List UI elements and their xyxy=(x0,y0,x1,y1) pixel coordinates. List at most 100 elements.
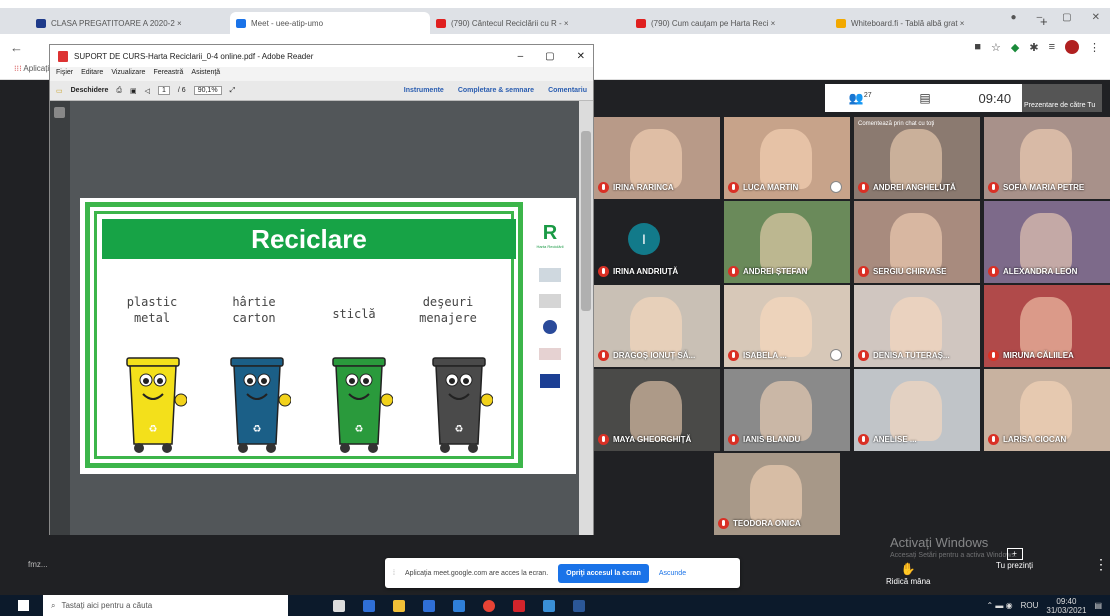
scroll-thumb[interactable] xyxy=(581,131,591,311)
eu-flag-icon xyxy=(540,374,560,388)
profile-icon[interactable]: ● xyxy=(1011,12,1017,23)
adobe-scrollbar[interactable] xyxy=(579,101,593,565)
menu-icon[interactable]: ⋮ xyxy=(1089,41,1100,54)
participant-tile[interactable]: ANELISE ... xyxy=(854,369,980,451)
participant-tile[interactable]: ANDREI ȘTEFAN xyxy=(724,201,850,283)
edge-icon[interactable] xyxy=(453,599,465,612)
adobe-minimize-icon[interactable]: – xyxy=(518,51,524,62)
keyboard-language[interactable]: ROU xyxy=(1021,601,1039,610)
waste-category-label: plastic metal xyxy=(107,294,197,326)
star-icon[interactable]: ☆ xyxy=(991,41,1001,54)
participant-tile[interactable]: LARISA CIOCAN xyxy=(984,369,1110,451)
participant-name: LARISA CIOCAN xyxy=(1003,435,1067,444)
participant-tile[interactable]: IRINA RARINCA xyxy=(594,117,720,199)
attachments-icon[interactable] xyxy=(54,107,65,118)
taskbar-search[interactable]: ⌕ Tastați aici pentru a căuta xyxy=(43,595,288,616)
participant-name-badge: ALEXANDRA LEON xyxy=(988,266,1077,277)
participant-tile[interactable]: IANIS BLANDU xyxy=(724,369,850,451)
label-line: plastic xyxy=(126,295,178,309)
tray-clock[interactable]: 09:40 31/03/2021 xyxy=(1046,597,1086,615)
participant-tile[interactable]: ALEXANDRA LEON xyxy=(984,201,1110,283)
participant-tile[interactable]: SOFIA MARIA PETRE xyxy=(984,117,1110,199)
browser-tab[interactable]: CLASA PREGATITOARE A 2020-2 × xyxy=(30,12,230,34)
adobe-menu-item[interactable]: Asistenţă xyxy=(191,69,220,79)
participant-name: IANIS BLANDU xyxy=(743,435,801,444)
files-icon[interactable] xyxy=(393,599,405,612)
stop-sharing-button[interactable]: Opriţi accesul la ecran xyxy=(558,563,649,583)
word-icon[interactable] xyxy=(573,599,585,612)
mic-off-icon xyxy=(988,434,999,445)
participant-name-badge: IRINA RARINCA xyxy=(598,182,674,193)
bookmarks-apps-label[interactable]: Aplicații xyxy=(23,64,51,73)
chat-icon[interactable]: ▤ xyxy=(919,91,930,105)
adobe-menu-item[interactable]: Vizualizare xyxy=(111,69,145,79)
participant-tile[interactable]: I IRINA ANDRIUȚĂ xyxy=(594,201,720,283)
share-grip-icon[interactable]: ⁞ xyxy=(393,570,395,577)
present-button[interactable]: + Tu prezinți xyxy=(996,548,1033,571)
pin-icon[interactable] xyxy=(830,349,842,361)
adobe-tool-tab[interactable]: Instrumente xyxy=(404,87,444,94)
adobe-tool-tab[interactable]: Completare & semnare xyxy=(458,87,534,94)
presenting-tile[interactable]: Prezentare de către Tu xyxy=(1022,84,1102,112)
participant-avatar: I xyxy=(628,223,660,255)
participant-tile[interactable]: TEODORA ONICA xyxy=(714,453,840,535)
camera-icon[interactable]: ■ xyxy=(974,41,981,53)
participant-tile[interactable]: DENISA TUTERAȘ... xyxy=(854,285,980,367)
avatar[interactable] xyxy=(1065,40,1079,54)
participant-tile[interactable]: MIRUNA CĂLIILEA xyxy=(984,285,1110,367)
participant-video xyxy=(890,213,942,273)
apps-icon[interactable]: ⁝⁝⁝ xyxy=(14,64,22,73)
adobe-menu-item[interactable]: Fereastră xyxy=(153,69,183,79)
pin-icon[interactable] xyxy=(830,181,842,193)
adobe-menu-item[interactable]: Editare xyxy=(81,69,103,79)
participant-tile[interactable]: MAYA GHEORGHIȚĂ xyxy=(594,369,720,451)
tool-icon[interactable]: ⤢ xyxy=(230,87,236,95)
open-button[interactable]: Deschidere xyxy=(71,87,109,94)
svg-text:♻: ♻ xyxy=(149,424,158,435)
adobe-maximize-icon[interactable]: ▢ xyxy=(545,51,554,62)
browser-tab[interactable]: (790) Cântecul Reciclării cu R - × xyxy=(430,12,630,34)
participant-tile[interactable]: ISABELA ... xyxy=(724,285,850,367)
notifications-icon[interactable]: ▤ xyxy=(1094,601,1102,610)
media-icon[interactable]: ≡ xyxy=(1049,41,1055,53)
close-window-icon[interactable]: ✕ xyxy=(1092,12,1100,23)
browser-tab[interactable]: (790) Cum cauţam pe Harta Reci × xyxy=(630,12,830,34)
adobe-close-icon[interactable]: ✕ xyxy=(577,51,585,62)
back-icon[interactable]: ← xyxy=(10,40,23,55)
mic-off-icon xyxy=(598,434,609,445)
participant-tile[interactable]: Comentează prin chat cu toţi ANDREI ANGHE… xyxy=(854,117,980,199)
extension-icon[interactable]: ◆ xyxy=(1011,41,1019,54)
logo-caption: Harta Reciclării xyxy=(536,244,564,249)
adobe-menu-item[interactable]: Fişier xyxy=(56,69,73,79)
maximize-icon[interactable]: ▢ xyxy=(1062,12,1071,23)
hide-notice-link[interactable]: Ascunde xyxy=(659,570,686,577)
puzzle-icon[interactable]: ✱ xyxy=(1029,41,1038,54)
adobe-window-controls: – ▢ ✕ xyxy=(518,51,585,62)
participant-tile[interactable]: LUCA MARTIN xyxy=(724,117,850,199)
browser-tab[interactable]: Meet - uee-atip-umo xyxy=(230,12,430,34)
task-view-icon[interactable] xyxy=(333,599,345,612)
page-input[interactable]: 1 xyxy=(158,86,170,95)
start-icon[interactable] xyxy=(18,600,29,611)
mail-icon[interactable] xyxy=(423,599,435,612)
browser-tab[interactable]: Whiteboard.fi - Tablă albă grat × xyxy=(830,12,1030,34)
more-options-icon[interactable]: ⋮ xyxy=(1094,556,1108,573)
participant-tile[interactable]: DRAGOȘ IONUȚ SĂ... xyxy=(594,285,720,367)
tray-icons[interactable]: ⌃ ▬ ◉ xyxy=(986,601,1012,610)
prev-page-icon[interactable]: ◁ xyxy=(145,87,150,95)
zoom-select[interactable]: 90,1% xyxy=(193,86,222,95)
participants-button[interactable]: 👥27 xyxy=(849,91,872,105)
adobe-right-tools: Instrumente Completare & semnare Comentari… xyxy=(404,87,587,94)
chrome-icon[interactable] xyxy=(483,599,495,612)
store-icon[interactable] xyxy=(363,599,375,612)
photos-icon[interactable] xyxy=(543,599,555,612)
open-folder-icon[interactable]: ▭ xyxy=(56,87,63,95)
minimize-icon[interactable]: – xyxy=(1037,12,1043,23)
adobe-tool-tab[interactable]: Comentariu xyxy=(548,87,587,94)
tab-label: (790) Cântecul Reciclării cu R - × xyxy=(451,18,569,28)
acrobat-icon[interactable] xyxy=(513,599,525,612)
save-icon[interactable]: ▣ xyxy=(130,87,137,95)
participant-tile[interactable]: SERGIU CHIRVASE xyxy=(854,201,980,283)
print-icon[interactable]: ⎙ xyxy=(116,87,122,95)
raise-hand-button[interactable]: ✋ Ridică mâna xyxy=(886,562,930,587)
